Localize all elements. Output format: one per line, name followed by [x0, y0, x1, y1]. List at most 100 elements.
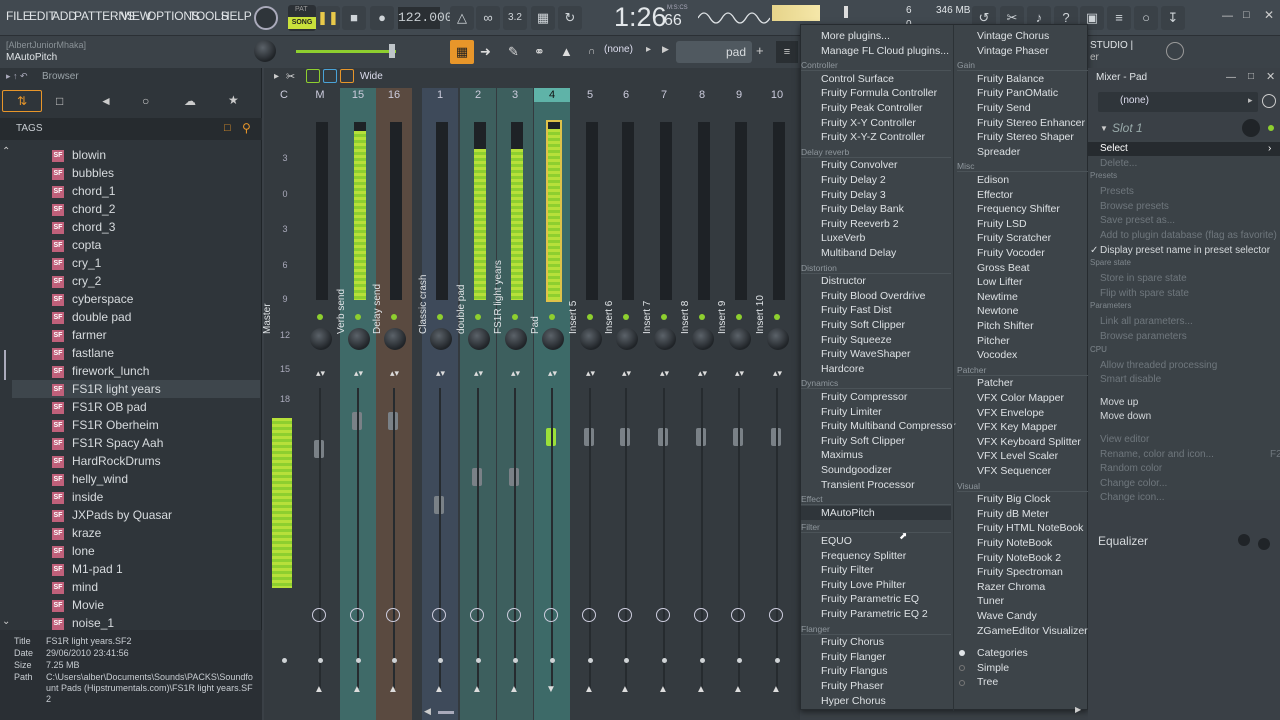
minimize-icon[interactable]: —: [1222, 10, 1233, 22]
pan-knob[interactable]: [729, 328, 751, 350]
clock-icon[interactable]: [1262, 94, 1276, 108]
stop-button[interactable]: ■: [342, 6, 366, 30]
detach-icon[interactable]: —: [1226, 72, 1236, 83]
send-arrow-icon[interactable]: ▲: [472, 684, 482, 695]
plugin-menu-item[interactable]: Patcher: [977, 376, 1013, 390]
plugin-menu-item[interactable]: Distructor: [821, 274, 866, 288]
scroll-down-icon[interactable]: ⌄: [2, 616, 10, 627]
plugin-menu-item[interactable]: VFX Color Mapper: [977, 391, 1064, 405]
menu-file[interactable]: FILE: [6, 9, 31, 23]
mixer-tools-icon[interactable]: ✂: [286, 70, 295, 83]
send-dot[interactable]: [624, 658, 629, 663]
eq-knob-2[interactable]: [1258, 538, 1270, 550]
plugin-menu-item[interactable]: Fruity Peak Controller: [821, 101, 923, 115]
list-item[interactable]: SF chord_1: [52, 182, 115, 200]
plugin-menu-item[interactable]: More plugins...: [821, 29, 890, 43]
plugin-menu-item[interactable]: Fruity NoteBook 2: [977, 551, 1061, 565]
plugin-menu-item[interactable]: Fruity Delay 3: [821, 188, 886, 202]
send-dot[interactable]: [513, 658, 518, 663]
channel-enable-led[interactable]: [475, 314, 481, 320]
plugin-menu-item[interactable]: Fruity WaveShaper: [821, 347, 910, 361]
chevron-right-icon[interactable]: ▸: [646, 44, 651, 55]
send-dot[interactable]: [438, 658, 443, 663]
pattern-arrow-icon[interactable]: ▶: [662, 44, 669, 55]
plugin-menu-item[interactable]: Fruity Blood Overdrive: [821, 289, 925, 303]
plugin-menu-item[interactable]: Soundgoodizer: [821, 463, 892, 477]
plugin-menu-item[interactable]: Hyper Chorus: [821, 694, 886, 708]
plugin-menu-item[interactable]: Fruity Flanger: [821, 650, 886, 664]
send-dot[interactable]: [737, 658, 742, 663]
stereo-separation-icon[interactable]: ▴▾: [735, 368, 744, 379]
arrow-tool-icon[interactable]: ➜: [480, 44, 491, 60]
plugin-menu-item[interactable]: Fruity Vocoder: [977, 246, 1045, 260]
pan-knob[interactable]: [505, 328, 527, 350]
send-dot[interactable]: [662, 658, 667, 663]
list-item[interactable]: SF chord_3: [52, 218, 115, 236]
add-pattern-icon[interactable]: +: [756, 43, 764, 58]
pan-knob[interactable]: [767, 328, 789, 350]
preset-selector[interactable]: (none): [604, 44, 633, 55]
chat-icon[interactable]: ○: [1134, 6, 1158, 30]
plugin-menu-item[interactable]: Control Surface: [821, 72, 894, 86]
pan-knob[interactable]: [384, 328, 406, 350]
plugin-menu-item[interactable]: Fruity Multiband Compressor: [821, 419, 956, 433]
eq-knob-1[interactable]: [1238, 534, 1250, 546]
insert-preset-selector[interactable]: (none) ▸: [1098, 92, 1258, 112]
send-arrow-icon[interactable]: ▲: [771, 684, 781, 695]
list-item[interactable]: SF bubbles: [52, 164, 114, 182]
plugin-menu-item[interactable]: Fruity dB Meter: [977, 507, 1049, 521]
plugin-menu-item[interactable]: Fruity PanOMatic: [977, 86, 1058, 100]
menu-help[interactable]: HELP: [221, 9, 252, 23]
send-arrow-icon[interactable]: ▲: [733, 684, 743, 695]
mixer-scroll-handle[interactable]: [438, 711, 454, 714]
send-arrow-icon[interactable]: ▲: [696, 684, 706, 695]
pan-knob[interactable]: [430, 328, 452, 350]
list-item[interactable]: SF chord_2: [52, 200, 115, 218]
stereo-separation-icon[interactable]: ▴▾: [316, 368, 325, 379]
stereo-separation-icon[interactable]: ▴▾: [436, 368, 445, 379]
plugin-menu-item[interactable]: VFX Key Mapper: [977, 420, 1057, 434]
list-item[interactable]: SF kraze: [52, 524, 101, 542]
tempo-display[interactable]: 122.000: [398, 7, 453, 29]
plugin-menu-item[interactable]: Fruity Send: [977, 101, 1031, 115]
close-icon[interactable]: ✕: [1266, 70, 1275, 83]
stereo-separation-icon[interactable]: ▴▾: [548, 368, 557, 379]
stamp-tool-icon[interactable]: ▲: [560, 44, 573, 59]
plugin-menu-item[interactable]: Effector: [977, 188, 1013, 202]
plugin-menu-item[interactable]: Newtime: [977, 290, 1018, 304]
stereo-separation-icon[interactable]: ▴▾: [773, 368, 782, 379]
send-dot[interactable]: [550, 658, 555, 663]
plugin-menu-item[interactable]: Vintage Phaser: [977, 44, 1049, 58]
list-item[interactable]: SF firework_lunch: [52, 362, 149, 380]
plugin-menu-item[interactable]: Fruity Balance: [977, 72, 1044, 86]
slot-1-mix-knob[interactable]: [1242, 119, 1260, 137]
plugin-menu-item[interactable]: VFX Keyboard Splitter: [977, 435, 1081, 449]
plugin-menu-item[interactable]: VFX Envelope: [977, 406, 1044, 420]
send-arrow-icon[interactable]: ▲: [658, 684, 668, 695]
folder-icon[interactable]: □: [224, 122, 231, 134]
route-icon[interactable]: [656, 608, 670, 622]
mixer-channel[interactable]: 15 Verb send ▴▾ ▲: [336, 88, 376, 720]
send-dot[interactable]: [356, 658, 361, 663]
channel-enable-led[interactable]: [317, 314, 323, 320]
pan-knob[interactable]: [580, 328, 602, 350]
channel-enable-led[interactable]: [512, 314, 518, 320]
send-arrow-icon[interactable]: ▲: [509, 684, 519, 695]
plugin-menu-item[interactable]: VFX Sequencer: [977, 464, 1051, 478]
route-icon[interactable]: [694, 608, 708, 622]
star-icon[interactable]: ★: [228, 93, 239, 107]
preset-lock-icon[interactable]: ∩: [588, 46, 595, 57]
files-icon[interactable]: □: [56, 94, 63, 108]
close-icon[interactable]: ✕: [1264, 8, 1274, 22]
scroll-up-icon[interactable]: ⌃: [2, 146, 10, 157]
pan-knob[interactable]: [692, 328, 714, 350]
plugin-menu-item[interactable]: Fruity Fast Dist: [821, 303, 892, 317]
mixer-scroll-left-icon[interactable]: ◀: [424, 706, 431, 717]
plugin-menu-item[interactable]: Fruity Compressor: [821, 390, 907, 404]
list-item[interactable]: SF Movie: [52, 596, 104, 614]
plugin-menu-item[interactable]: Multiband Delay: [821, 246, 896, 260]
cloud-icon[interactable]: ☁: [184, 94, 196, 108]
channel-enable-led[interactable]: [736, 314, 742, 320]
playlist-icon[interactable]: ≡: [776, 41, 798, 63]
list-item[interactable]: SF M1-pad 1: [52, 560, 123, 578]
